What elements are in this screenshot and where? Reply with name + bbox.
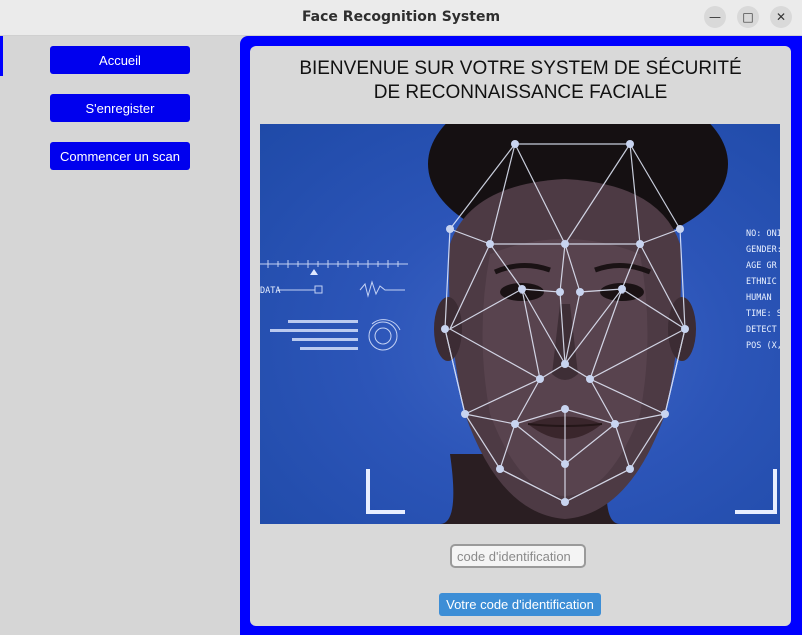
title-bar: Face Recognition System — □ ✕ [0, 0, 802, 36]
start-scan-button[interactable]: Commencer un scan [50, 142, 190, 170]
hud-line: GENDER: [746, 245, 780, 255]
home-button[interactable]: Accueil [50, 46, 190, 74]
maximize-icon[interactable]: □ [737, 6, 759, 28]
main-panel: BIENVENUE SUR VOTRE SYSTEM DE SÉCURITÉ D… [250, 46, 791, 626]
hud-line: DETECT [746, 325, 777, 335]
hud-line: NO: ONI [746, 229, 780, 239]
hud-line: ETHNIC [746, 277, 777, 287]
window-title: Face Recognition System [301, 9, 501, 25]
hud-line: AGE GR [746, 261, 778, 271]
edge-marker [0, 36, 3, 76]
close-icon[interactable]: ✕ [770, 6, 792, 28]
page-title-line2: DE RECONNAISSANCE FACIALE [373, 82, 668, 103]
hud-line: HUMAN [746, 293, 772, 303]
hud-line: POS (X, [746, 341, 780, 351]
face-recognition-image: DATA NO: ONI GENDER: AGE GR ETHNIC HUMAN… [260, 124, 780, 524]
hud-line: TIME: S [746, 309, 780, 319]
register-button[interactable]: S'enregister [50, 94, 190, 122]
main-frame: BIENVENUE SUR VOTRE SYSTEM DE SÉCURITÉ D… [240, 36, 802, 635]
minimize-icon[interactable]: — [704, 6, 726, 28]
identification-code-button[interactable]: Votre code d'identification [439, 593, 601, 616]
hud-data-label: DATA [260, 286, 280, 296]
identification-code-input[interactable] [450, 544, 586, 568]
page-title-line1: BIENVENUE SUR VOTRE SYSTEM DE SÉCURITÉ [299, 58, 742, 79]
